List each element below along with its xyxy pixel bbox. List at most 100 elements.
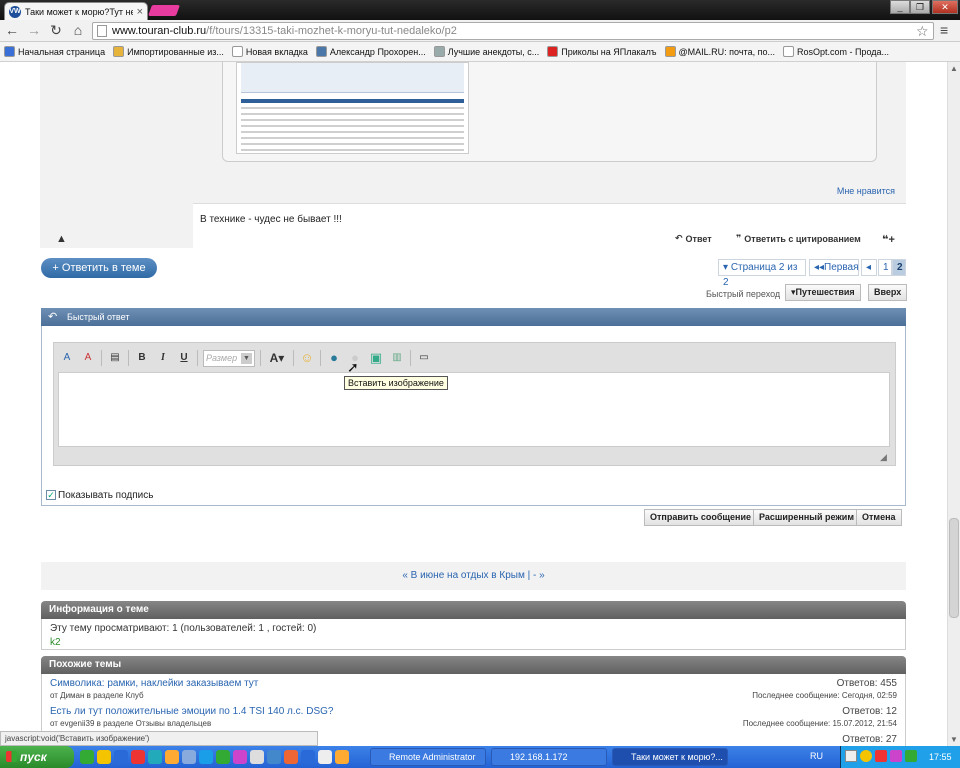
language-indicator[interactable]: RU (810, 751, 823, 761)
bold-icon[interactable]: B (134, 350, 150, 366)
quicklaunch-icon[interactable] (199, 750, 213, 764)
similar-topic-title[interactable]: Есть ли тут положительные эмоции по 1.4 … (50, 706, 333, 717)
bookmark-item[interactable]: Начальная страница (4, 46, 105, 57)
italic-icon[interactable]: I (155, 350, 171, 366)
bookmark-item[interactable]: @MAIL.RU: почта, по... (664, 46, 775, 57)
quicklaunch-icon[interactable] (284, 750, 298, 764)
scroll-down-icon[interactable]: ▼ (950, 735, 958, 744)
smiley-icon[interactable]: ☺ (299, 350, 315, 366)
similar-topic-last: Последнее сообщение: 15.07.2012, 21:54 (742, 719, 897, 728)
show-signature-checkbox[interactable]: ✓ (46, 490, 56, 500)
bookmark-label: Приколы на ЯПлакалъ (561, 46, 657, 57)
quicklaunch-icon[interactable] (165, 750, 179, 764)
bookmark-item[interactable]: Приколы на ЯПлакалъ (547, 46, 657, 57)
bookmark-item[interactable]: Лучшие анекдоты, с... (433, 46, 539, 57)
quicklaunch-icon[interactable] (148, 750, 162, 764)
taskbar-item-remote-admin[interactable]: Remote Administrator (370, 748, 486, 766)
scroll-top-button[interactable]: Вверх (868, 284, 908, 301)
taskbar-item-browser[interactable]: Таки может к морю?... (612, 748, 728, 766)
reply-button[interactable]: ↶ Ответ (675, 233, 712, 244)
quicklaunch-icon[interactable] (131, 750, 145, 764)
quote-reply-button[interactable]: ❞ Ответить с цитированием (736, 233, 861, 244)
multi-quote-icon[interactable]: ❝+ (882, 233, 895, 246)
page-icon (97, 25, 107, 37)
link-icon[interactable]: ● (326, 350, 342, 366)
browser-tab-active[interactable]: VW Таки может к морю?Тут не × (4, 2, 148, 20)
like-link[interactable]: Мне нравится (837, 186, 895, 196)
cancel-button[interactable]: Отмена (856, 509, 902, 526)
tray-icon[interactable] (905, 750, 917, 762)
attachment-thumbnail[interactable] (236, 62, 469, 154)
quicklaunch-icon[interactable] (301, 750, 315, 764)
tray-icon[interactable] (890, 750, 902, 762)
thread-navigation[interactable]: « В июне на отдых в Крым | - » (41, 562, 906, 590)
first-page-button[interactable]: ◂◂Первая (809, 259, 859, 276)
restore-icon[interactable]: ❐ (910, 0, 930, 14)
quick-nav-label: Быстрый переход (706, 289, 781, 299)
tray-icon[interactable] (875, 750, 887, 762)
remove-format-icon[interactable]: A (80, 350, 96, 366)
prev-page-button[interactable]: ◂ (861, 259, 877, 276)
bookmark-item[interactable]: RosOpt.com - Прода... (782, 46, 889, 57)
home-icon[interactable]: ⌂ (70, 22, 86, 39)
scroll-up-icon[interactable]: ▲ (950, 64, 958, 73)
quicklaunch-icon[interactable] (318, 750, 332, 764)
similar-topic-title[interactable]: Символика: рамки, наклейки заказываем ту… (50, 678, 258, 689)
quicklaunch-icon[interactable] (182, 750, 196, 764)
bookmark-star-icon[interactable]: ☆ (916, 23, 929, 40)
resize-handle-icon[interactable]: ◢ (880, 452, 887, 463)
vertical-scrollbar[interactable] (947, 62, 960, 746)
quicklaunch-icon[interactable] (97, 750, 111, 764)
page-dropdown[interactable]: ▾ Страница 2 из 2 (718, 259, 806, 288)
submit-button[interactable]: Отправить сообщение (644, 509, 757, 526)
font-format-icon[interactable]: A (59, 350, 75, 366)
paste-icon[interactable]: ▤ (107, 350, 123, 366)
viewing-user-link[interactable]: k2 (50, 637, 61, 648)
font-size-select[interactable]: Размер ▼ (203, 349, 255, 367)
tray-icon[interactable] (860, 750, 872, 762)
quick-reply-header: Быстрый ответ (41, 308, 906, 326)
advanced-mode-button[interactable]: Расширенный режим (753, 509, 860, 526)
quicklaunch-icon[interactable] (233, 750, 247, 764)
new-tab-button[interactable] (147, 5, 181, 16)
quicklaunch-icon[interactable] (216, 750, 230, 764)
report-warning-icon[interactable]: ▲ (56, 233, 67, 245)
bookmarks-bar: Начальная страница Импортированные из... Н… (0, 42, 960, 62)
page-1-link[interactable]: 1 (878, 259, 892, 276)
close-tab-icon[interactable]: × (137, 6, 143, 17)
forward-icon[interactable]: → (26, 22, 42, 39)
quicklaunch-icon[interactable] (267, 750, 281, 764)
quote-icon[interactable]: ▭ (416, 350, 432, 366)
quicklaunch-icon[interactable] (250, 750, 264, 764)
page-icon (231, 46, 243, 57)
reply-arrow-icon: ↶ (48, 311, 58, 323)
menu-icon[interactable]: ≡ (940, 22, 948, 38)
reply-to-theme-button[interactable]: + Ответить в теме (41, 258, 157, 278)
text-color-icon[interactable]: A▾ (266, 350, 288, 366)
first-page-label: Первая (824, 262, 859, 273)
quicklaunch-icon[interactable] (114, 750, 128, 764)
tray-icon[interactable] (845, 750, 857, 762)
insert-image-icon[interactable]: ▣ (368, 350, 384, 366)
quick-nav-dropdown[interactable]: ▾Путешествия (785, 284, 861, 301)
quicklaunch-icon[interactable] (80, 750, 94, 764)
scrollbar-thumb[interactable] (949, 518, 959, 618)
close-window-icon[interactable]: ✕ (932, 0, 958, 14)
google-icon (4, 46, 15, 57)
show-signature-label: Показывать подпись (58, 490, 154, 501)
bookmark-item[interactable]: Импортированные из... (113, 46, 224, 57)
reload-icon[interactable]: ↻ (48, 22, 64, 39)
underline-icon[interactable]: U (176, 350, 192, 366)
bookmark-item[interactable]: Александр Прохорен... (315, 46, 426, 57)
quick-nav-value: Путешествия (795, 287, 855, 297)
back-icon[interactable]: ← (4, 22, 20, 39)
insert-video-icon[interactable]: ▥ (389, 350, 405, 366)
message-textarea[interactable] (58, 372, 890, 447)
bookmark-item[interactable]: Новая вкладка (231, 46, 308, 57)
tooltip: Вставить изображение (344, 376, 448, 390)
taskbar-item-ip[interactable]: 192.168.1.172 (491, 748, 607, 766)
minimize-icon[interactable]: _ (890, 0, 910, 14)
quicklaunch-icon[interactable] (335, 750, 349, 764)
address-bar[interactable]: www.touran-club.ru/f/tours/13315-taki-mo… (92, 22, 934, 40)
mail-icon (664, 46, 676, 57)
